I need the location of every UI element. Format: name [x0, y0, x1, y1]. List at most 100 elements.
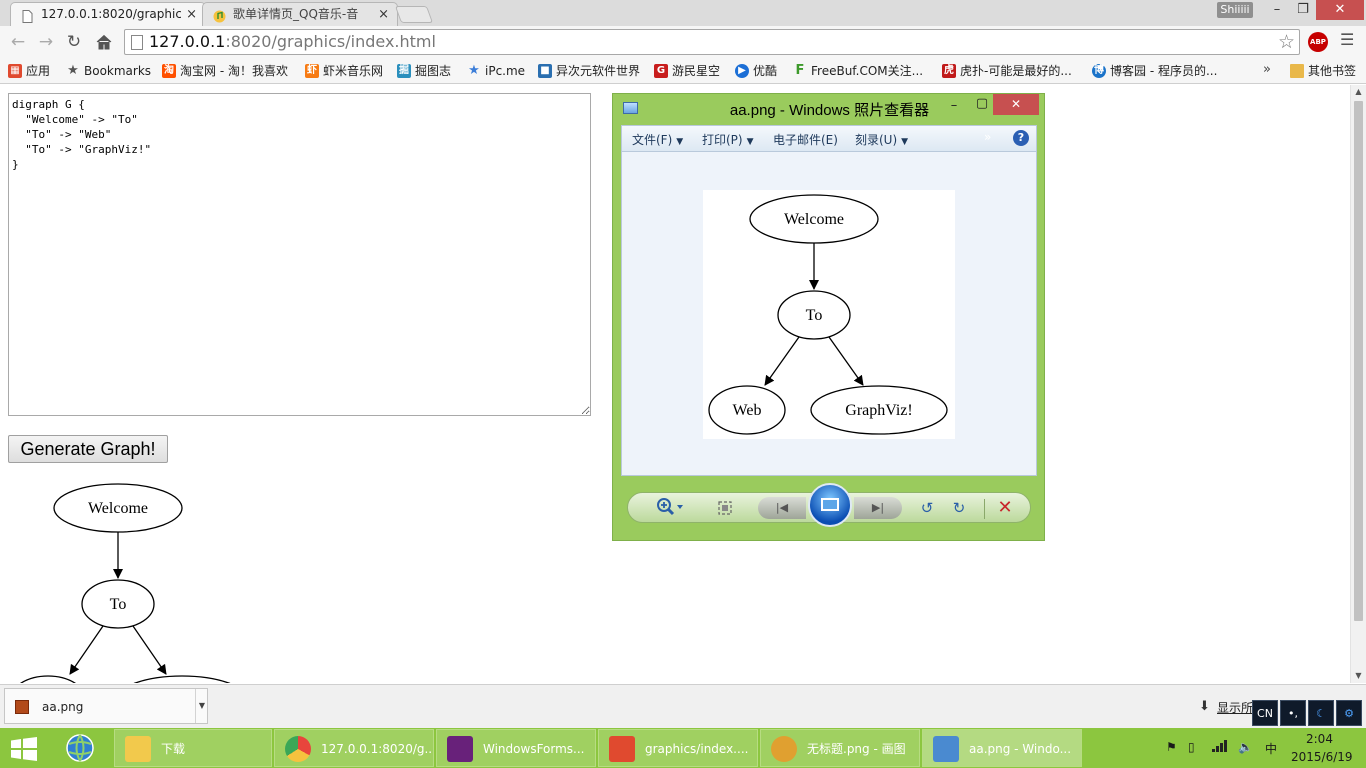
menu-email[interactable]: 电子邮件(E) [773, 131, 838, 148]
apps-grid-icon: ▦ [8, 64, 22, 78]
zoom-icon[interactable] [654, 497, 688, 519]
clock-time[interactable]: 2:04 [1306, 732, 1333, 746]
adblock-plus-icon[interactable]: ABP [1308, 32, 1328, 52]
download-menu-chevron-icon[interactable]: ▼ [195, 689, 208, 723]
ime-indicator[interactable]: 中 [1265, 740, 1277, 757]
minimize-button[interactable]: – [943, 98, 965, 113]
minimize-button[interactable]: – [1264, 0, 1290, 20]
bookmark-ipc[interactable]: ★ iPc.me [467, 62, 525, 80]
menu-burn[interactable]: 刻录(U) ▼ [855, 131, 908, 148]
network-signal-icon[interactable] [1212, 740, 1228, 755]
bookmark-youku[interactable]: ▶ 优酷 [735, 62, 777, 80]
taskbar-app-downloads[interactable]: 下载 [114, 729, 272, 767]
delete-icon[interactable]: ✕ [994, 497, 1016, 519]
menu-print[interactable]: 打印(P) ▼ [702, 131, 754, 148]
slideshow-button[interactable] [808, 483, 852, 527]
hbuilder-icon [609, 736, 635, 762]
maximize-button[interactable]: ▢ [971, 96, 993, 111]
taskbar-app-paint[interactable]: 无标题.png - 画图 [760, 729, 920, 767]
bookmark-hupu[interactable]: 虎虎扑-可能是最好的... [942, 62, 1072, 80]
bookmark-cnblogs[interactable]: 博博客园 - 程序员的... [1092, 62, 1217, 80]
ime-language-button[interactable]: CN [1252, 700, 1278, 726]
folder-icon [125, 736, 151, 762]
next-image-icon[interactable]: ▶| [854, 497, 902, 519]
volume-icon[interactable]: 🔈 [1238, 740, 1253, 754]
rotate-right-icon[interactable]: ↻ [948, 497, 970, 519]
tab-graphics[interactable]: 127.0.0.1:8020/graphics × [10, 2, 206, 26]
start-button[interactable] [10, 737, 38, 761]
star-icon: ★ [67, 63, 79, 78]
taskbar-app-hbuilder[interactable]: graphics/index.... [598, 729, 758, 767]
node-to-label: To [110, 596, 127, 613]
url-text: 127.0.0.1:8020/graphics/index.html [149, 32, 436, 51]
maximize-button[interactable]: ❐ [1290, 0, 1316, 20]
profile-badge[interactable]: Shiiiii [1217, 2, 1253, 18]
bookmark-iplaysoft[interactable]: ■ 异次元软件世界 [538, 62, 640, 80]
taskbar-app-visual-studio[interactable]: WindowsForms... [436, 729, 596, 767]
menu-overflow-icon[interactable]: » [984, 130, 991, 144]
bookmark-freebuf[interactable]: F FreeBuf.COM关注... [793, 62, 924, 80]
reload-icon[interactable]: ↻ [62, 30, 86, 54]
caret-down-icon: ▼ [746, 137, 754, 147]
bookmark-bookmarks[interactable]: ★ Bookmarks [66, 62, 151, 80]
other-bookmarks[interactable]: 其他书签 [1290, 62, 1356, 80]
ime-settings-icon[interactable]: ⚙ [1336, 700, 1362, 726]
address-bar[interactable]: 127.0.0.1:8020/graphics/index.html ☆ [124, 29, 1300, 55]
node-web-label: Web [733, 402, 762, 419]
photo-viewer-menubar: 文件(F) ▼ 打印(P) ▼ 电子邮件(E) 刻录(U) ▼ » ? [621, 125, 1037, 152]
bookmark-taobao[interactable]: 淘淘宝网 - 淘！我喜欢 [162, 62, 288, 80]
device-icon[interactable]: ▯ [1188, 740, 1195, 754]
back-arrow-icon[interactable]: ← [6, 30, 30, 54]
menu-file[interactable]: 文件(F) ▼ [632, 131, 683, 148]
home-icon[interactable] [92, 30, 116, 54]
vertical-scrollbar[interactable]: ▲ ▼ [1350, 85, 1366, 683]
browser-toolbar: ← → ↻ 127.0.0.1:8020/graphics/index.html… [0, 26, 1366, 58]
scroll-down-icon[interactable]: ▼ [1351, 671, 1366, 680]
generate-graph-button[interactable]: Generate Graph! [8, 435, 168, 463]
taskbar-app-chrome[interactable]: 127.0.0.1:8020/g... [274, 729, 434, 767]
bookmarks-overflow-button[interactable]: » [1263, 62, 1271, 77]
download-item[interactable]: aa.png ▼ [4, 688, 208, 724]
bookmark-gamersky[interactable]: G 游民星空 [654, 62, 720, 80]
folder-icon [1290, 64, 1304, 78]
previous-image-icon[interactable]: |◀ [758, 497, 806, 519]
menu-icon[interactable]: ☰ [1340, 32, 1356, 48]
tab-label: 127.0.0.1:8020/graphics [41, 7, 181, 21]
ime-moon-icon[interactable]: ☾ [1308, 700, 1334, 726]
photo-viewer-controls: |◀ ▶| ↺ ↻ ✕ [627, 483, 1031, 527]
close-button[interactable]: ✕ [993, 94, 1039, 115]
tab-label: 歌单详情页_QQ音乐-音 [233, 7, 359, 21]
node-graphviz-label: GraphViz! [845, 402, 912, 419]
page-icon [131, 35, 143, 50]
png-file-icon [15, 700, 29, 714]
scroll-thumb[interactable] [1354, 101, 1363, 621]
node-graphviz [133, 675, 231, 683]
caret-down-icon: ▼ [901, 137, 909, 147]
node-to-label: To [806, 307, 823, 324]
forward-arrow-icon[interactable]: → [34, 30, 58, 54]
download-arrow-icon: ⬇ [1199, 699, 1210, 714]
ime-punctuation-button[interactable]: •, [1280, 700, 1306, 726]
iplaysoft-icon: ■ [538, 64, 552, 78]
bookmark-apps[interactable]: ▦ 应用 [8, 62, 50, 80]
tab-close-icon[interactable]: × [378, 3, 389, 26]
rendered-graph: Welcome To [19, 483, 231, 683]
youku-play-icon: ▶ [735, 64, 749, 78]
clock-date[interactable]: 2015/6/19 [1291, 750, 1353, 764]
rotate-left-icon[interactable]: ↺ [916, 497, 938, 519]
tab-qq-music[interactable]: 歌单详情页_QQ音乐-音 × [202, 2, 398, 26]
taskbar-app-photo-viewer[interactable]: aa.png - Windo... [922, 729, 1082, 767]
scroll-up-icon[interactable]: ▲ [1351, 87, 1366, 96]
show-all-downloads-link[interactable]: 显示所 [1217, 699, 1253, 716]
bookmark-xiami[interactable]: 虾虾米音乐网 [305, 62, 383, 80]
close-window-button[interactable]: ✕ [1316, 0, 1364, 20]
new-tab-button[interactable] [394, 6, 434, 23]
action-center-flag-icon[interactable]: ⚑ [1166, 740, 1177, 754]
ie-globe-icon[interactable] [64, 732, 96, 764]
dot-source-textarea[interactable] [8, 93, 591, 416]
bookmark-juetuzhi[interactable]: 掘掘图志 [397, 62, 451, 80]
actual-size-icon[interactable] [714, 497, 736, 519]
bookmark-star-icon[interactable]: ☆ [1278, 31, 1295, 53]
help-icon[interactable]: ? [1013, 130, 1029, 146]
tab-close-icon[interactable]: × [186, 3, 197, 26]
